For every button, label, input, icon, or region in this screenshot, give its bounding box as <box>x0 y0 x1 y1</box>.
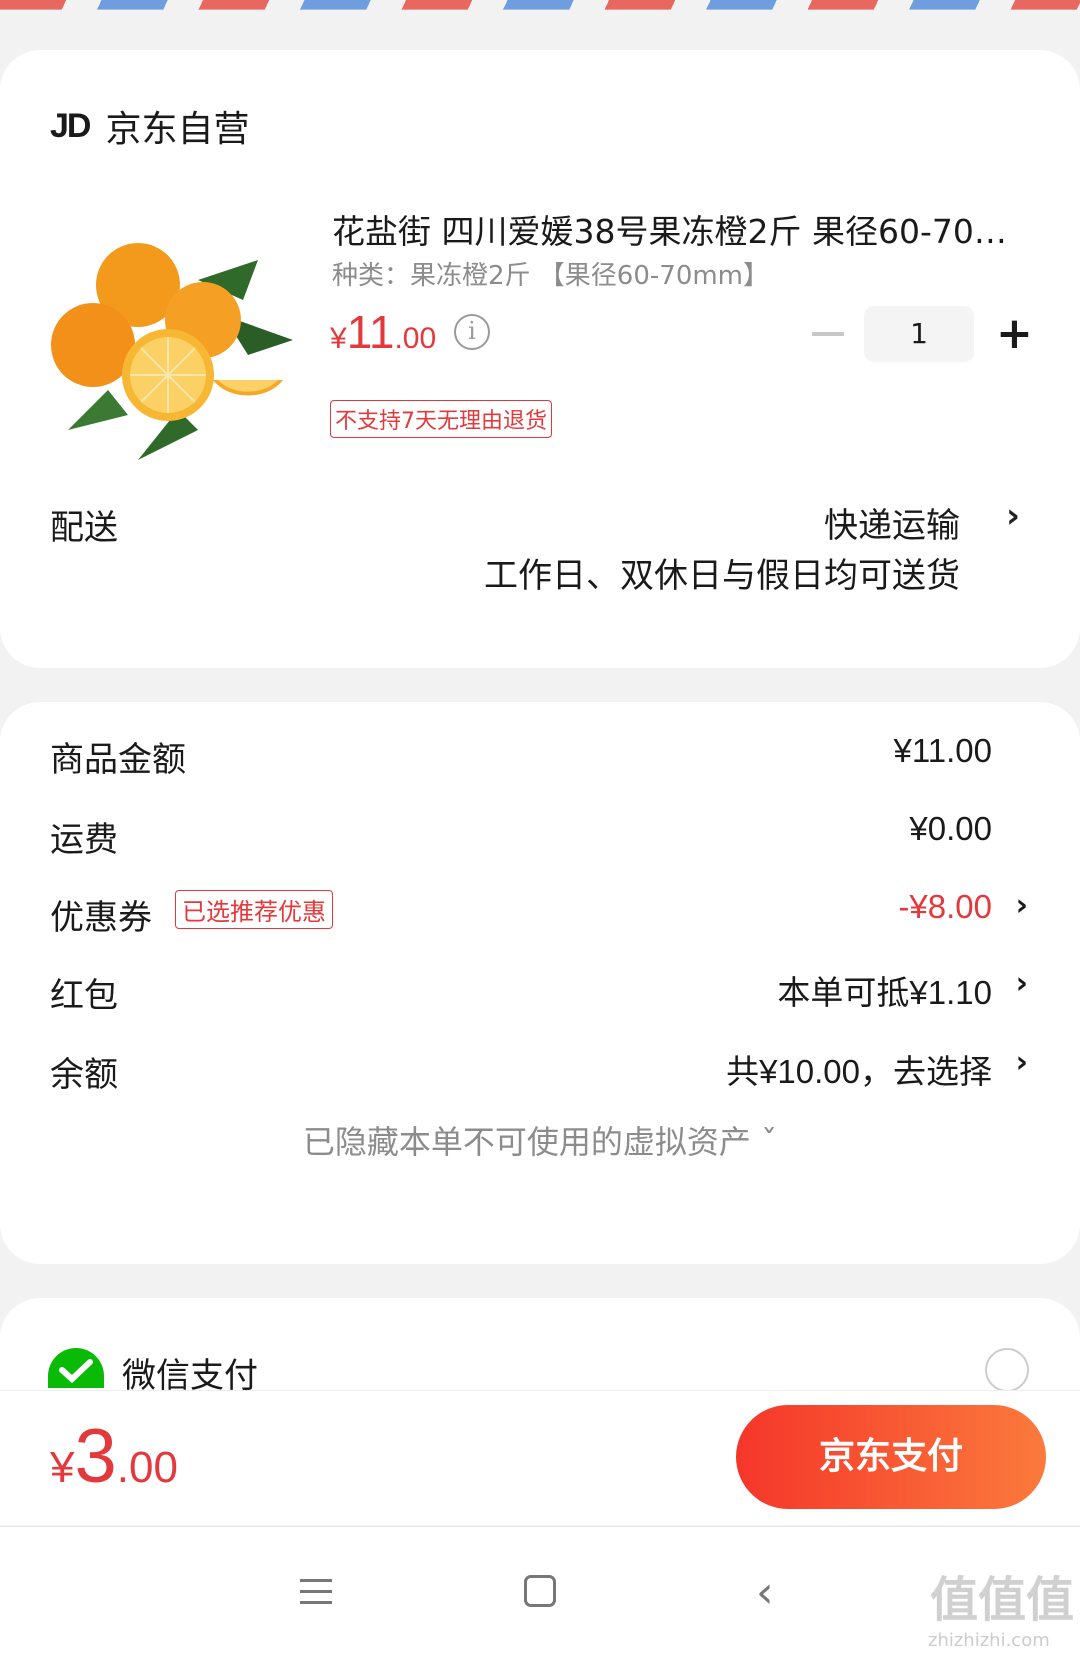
hidden-assets-toggle[interactable]: 已隐藏本单不可使用的虚拟资产 ˇ <box>0 1117 1080 1163</box>
balance-label: 余额 <box>50 1055 118 1095</box>
product-card: JD 京东自营 花盐街 四川爱媛38号果冻橙2斤 果径60-70mm 种类：果冻… <box>0 50 1080 668</box>
menu-icon[interactable] <box>300 1579 332 1605</box>
product-price: ¥11.00 <box>330 305 436 359</box>
info-icon[interactable]: i <box>454 314 490 350</box>
total-decimal: .00 <box>116 1443 178 1492</box>
order-summary-card: 商品金额 ¥11.00 运费 ¥0.00 优惠券 已选推荐优惠 -¥8.00 ›… <box>0 702 1080 1264</box>
coupon-chevron-icon[interactable]: › <box>1016 888 1028 923</box>
quantity-input[interactable]: 1 <box>864 306 974 362</box>
delivery-note: 工作日、双休日与假日均可送货 <box>484 556 960 596</box>
balance-chevron-icon[interactable]: › <box>1016 1045 1028 1080</box>
product-image[interactable] <box>48 220 298 470</box>
total-price: ¥3.00 <box>50 1413 178 1500</box>
watermark-url: zhizhizhi.com <box>928 1630 1050 1651</box>
plus-icon[interactable]: + <box>996 306 1033 362</box>
product-spec[interactable]: 种类：果冻橙2斤 【果径60-70mm】 <box>332 255 769 292</box>
delivery-label: 配送 <box>50 508 118 548</box>
minus-icon[interactable] <box>812 332 844 336</box>
back-icon[interactable]: ‹ <box>756 1567 774 1618</box>
total-integer: 3 <box>74 1414 117 1499</box>
jd-logo-icon: JD <box>50 106 91 145</box>
price-decimal: .00 <box>394 322 437 355</box>
shipping-value: ¥0.00 <box>909 810 992 847</box>
redpacket-value[interactable]: 本单可抵¥1.10 <box>777 966 992 1014</box>
product-title[interactable]: 花盐街 四川爱媛38号果冻橙2斤 果径60-70mm <box>332 205 1032 253</box>
redpacket-label: 红包 <box>50 976 118 1016</box>
coupon-value[interactable]: -¥8.00 <box>898 888 992 926</box>
coupon-label: 优惠券 <box>50 898 152 938</box>
balance-value[interactable]: 共¥10.00，去选择 <box>726 1045 992 1093</box>
wechat-pay-icon <box>48 1348 104 1388</box>
subtotal-label: 商品金额 <box>50 740 186 780</box>
pay-bar: ¥3.00 京东支付 <box>0 1390 1080 1525</box>
wechat-pay-radio[interactable] <box>985 1348 1029 1392</box>
shop-name: 京东自营 <box>105 109 250 150</box>
price-currency: ¥ <box>330 322 347 355</box>
price-integer: 11 <box>346 306 395 358</box>
delivery-chevron-icon[interactable]: › <box>1006 496 1020 536</box>
no-return-badge: 不支持7天无理由退货 <box>330 400 552 438</box>
airmail-border <box>0 0 1080 10</box>
total-currency: ¥ <box>50 1443 75 1492</box>
home-icon[interactable] <box>524 1575 556 1607</box>
delivery-method[interactable]: 快递运输 <box>824 498 960 547</box>
watermark-logo: 值值值 <box>930 1572 1075 1628</box>
coupon-selected-badge: 已选推荐优惠 <box>175 890 333 929</box>
subtotal-value: ¥11.00 <box>893 732 992 769</box>
jd-pay-button[interactable]: 京东支付 <box>736 1405 1046 1509</box>
shop-header[interactable]: JD 京东自营 <box>50 100 249 152</box>
redpacket-chevron-icon[interactable]: › <box>1016 966 1028 1001</box>
system-nav-bar: ‹ <box>0 1526 1080 1657</box>
shipping-label: 运费 <box>50 820 118 860</box>
